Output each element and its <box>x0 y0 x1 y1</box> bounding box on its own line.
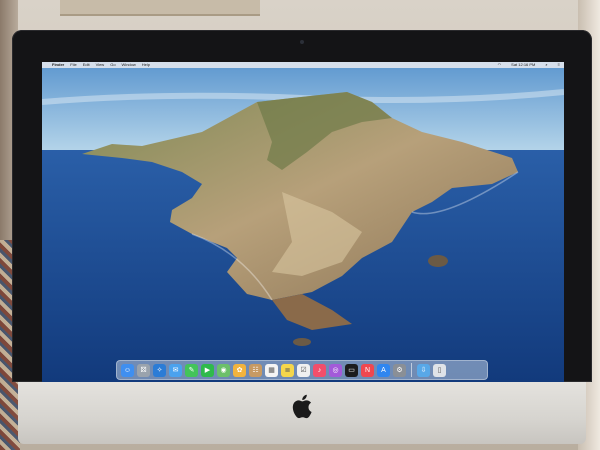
menu-go[interactable]: Go <box>110 62 115 68</box>
desktop-screen[interactable]: Finder File Edit View Go Window Help ◠ S… <box>42 62 564 382</box>
news-icon[interactable]: N <box>361 363 374 377</box>
safari-icon[interactable]: ✧ <box>153 363 166 377</box>
menu-edit[interactable]: Edit <box>83 62 90 68</box>
downloads-folder-icon[interactable]: ⇩ <box>417 363 430 377</box>
maps-icon[interactable]: ◉ <box>217 363 230 377</box>
messages-icon[interactable]: ✎ <box>185 363 198 377</box>
app-store-icon[interactable]: A <box>377 363 390 377</box>
apple-logo-icon <box>292 394 312 419</box>
photos-icon[interactable]: ✿ <box>233 363 246 377</box>
wifi-icon[interactable]: ◠ <box>498 62 502 68</box>
control-menu-icon[interactable]: ≡ <box>558 62 560 68</box>
menu-bar: Finder File Edit View Go Window Help ◠ S… <box>42 62 564 68</box>
tv-icon[interactable]: ▭ <box>345 363 358 377</box>
facetime-icon[interactable]: ▶ <box>201 363 214 377</box>
dock: ☺ ⚄ ✧ ✉ ✎ ▶ ◉ ✿ ☷ ▦ ≣ ☑ ♪ ◎ ▭ N A ⚙ ⇩ ▯ <box>116 360 488 380</box>
dock-separator <box>411 363 412 377</box>
imac: Finder File Edit View Go Window Help ◠ S… <box>12 30 592 444</box>
trash-icon[interactable]: ▯ <box>433 363 446 377</box>
shelf <box>60 0 260 16</box>
reminders-icon[interactable]: ☑ <box>297 363 310 377</box>
podcasts-icon[interactable]: ◎ <box>329 363 342 377</box>
menu-file[interactable]: File <box>70 62 76 68</box>
catalina-wallpaper <box>42 62 564 382</box>
search-icon[interactable]: ⌕ <box>545 62 547 68</box>
menu-window[interactable]: Window <box>122 62 136 68</box>
music-icon[interactable]: ♪ <box>313 363 326 377</box>
contacts-icon[interactable]: ☷ <box>249 363 262 377</box>
system-preferences-icon[interactable]: ⚙ <box>393 363 406 377</box>
menu-view[interactable]: View <box>96 62 105 68</box>
menu-help[interactable]: Help <box>142 62 150 68</box>
finder-icon[interactable]: ☺ <box>121 363 134 377</box>
calendar-icon[interactable]: ▦ <box>265 363 278 377</box>
imac-chin <box>18 382 586 444</box>
mail-icon[interactable]: ✉ <box>169 363 182 377</box>
menu-clock[interactable]: Sat 12:16 PM <box>511 62 535 68</box>
notes-icon[interactable]: ≣ <box>281 363 294 377</box>
launchpad-icon[interactable]: ⚄ <box>137 363 150 377</box>
menu-app-name[interactable]: Finder <box>52 62 64 68</box>
camera-icon <box>300 40 304 44</box>
